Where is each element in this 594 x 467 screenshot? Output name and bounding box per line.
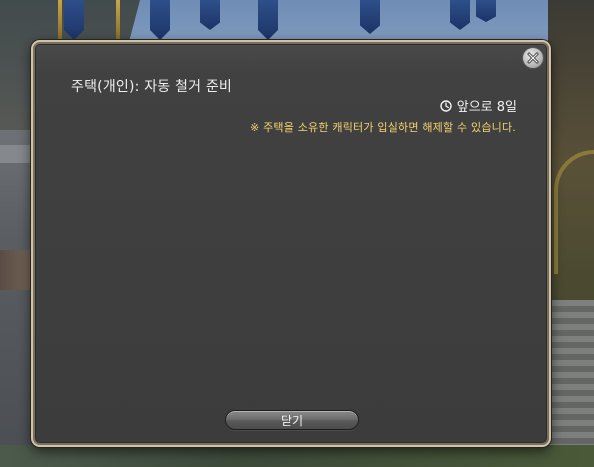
clock-icon xyxy=(440,99,452,112)
golden-arch xyxy=(554,150,594,274)
time-remaining-text: 앞으로 8일 xyxy=(456,100,517,115)
stairs xyxy=(548,300,594,450)
unlock-notice: ※ 주택을 소유한 캐릭터가 입실하면 해제할 수 있습니다. xyxy=(249,121,516,134)
dialog-title: 주택(개인): 자동 철거 준비 xyxy=(71,79,232,95)
close-x-icon[interactable] xyxy=(523,48,543,68)
ground xyxy=(0,445,594,467)
time-remaining-row: 앞으로 8일 xyxy=(440,96,517,115)
close-button[interactable]: 닫기 xyxy=(225,410,359,430)
housing-demolition-dialog: 주택(개인): 자동 철거 준비 앞으로 8일 ※ 주택을 소유한 캐릭터가 입… xyxy=(31,40,551,447)
right-building xyxy=(548,0,594,467)
close-x-glyph xyxy=(527,52,539,64)
